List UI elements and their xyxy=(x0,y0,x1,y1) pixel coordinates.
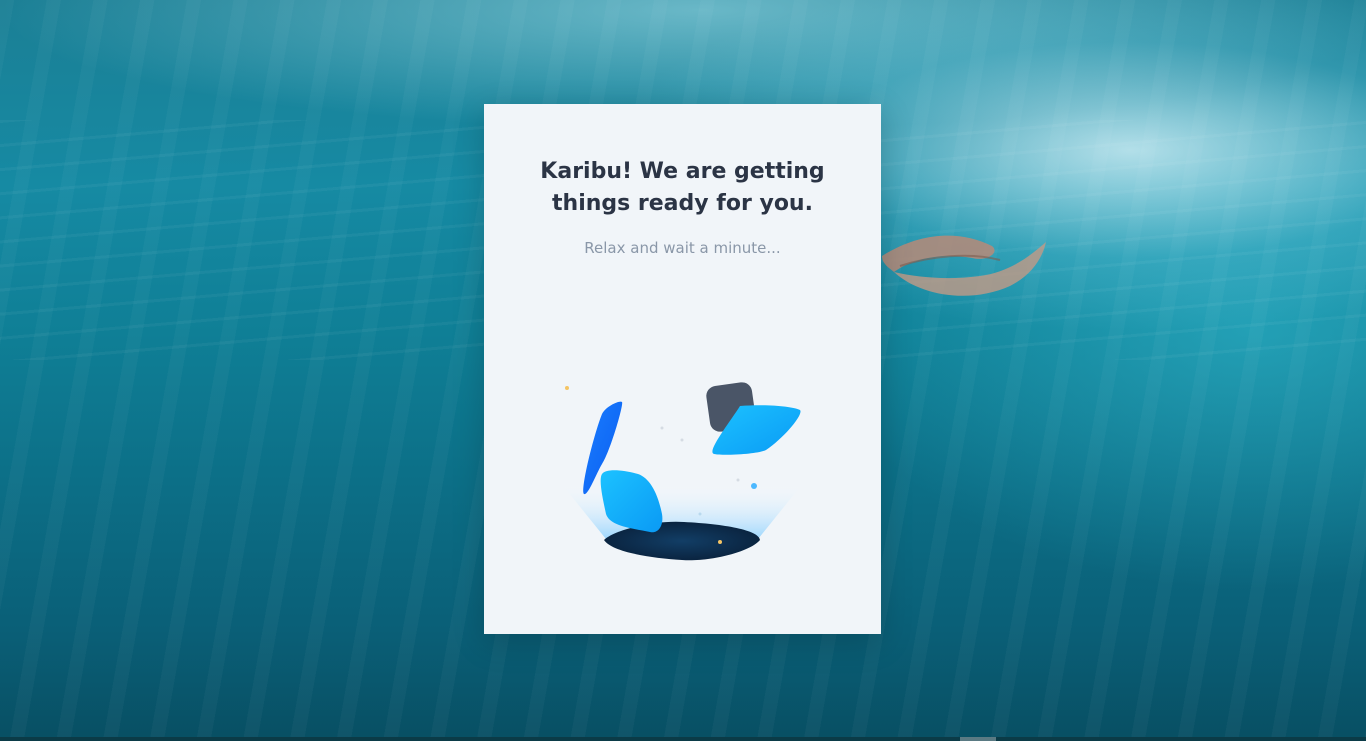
mermaid-tail-image xyxy=(882,235,1046,296)
sparkle xyxy=(680,438,684,442)
floating-tiles-illustration-icon xyxy=(560,382,804,561)
loading-card: Karibu! We are getting things ready for … xyxy=(484,104,881,634)
sparkle xyxy=(736,478,740,482)
loading-title: Karibu! We are getting things ready for … xyxy=(540,159,825,216)
sparkle xyxy=(698,512,702,516)
sparkle xyxy=(718,540,722,544)
taskbar-strip xyxy=(0,737,1366,741)
sparkle xyxy=(565,386,569,390)
sparkle xyxy=(751,483,757,489)
sparkle xyxy=(660,426,664,430)
taskbar-indicator xyxy=(960,737,996,741)
loading-subtitle: Relax and wait a minute... xyxy=(584,239,781,257)
